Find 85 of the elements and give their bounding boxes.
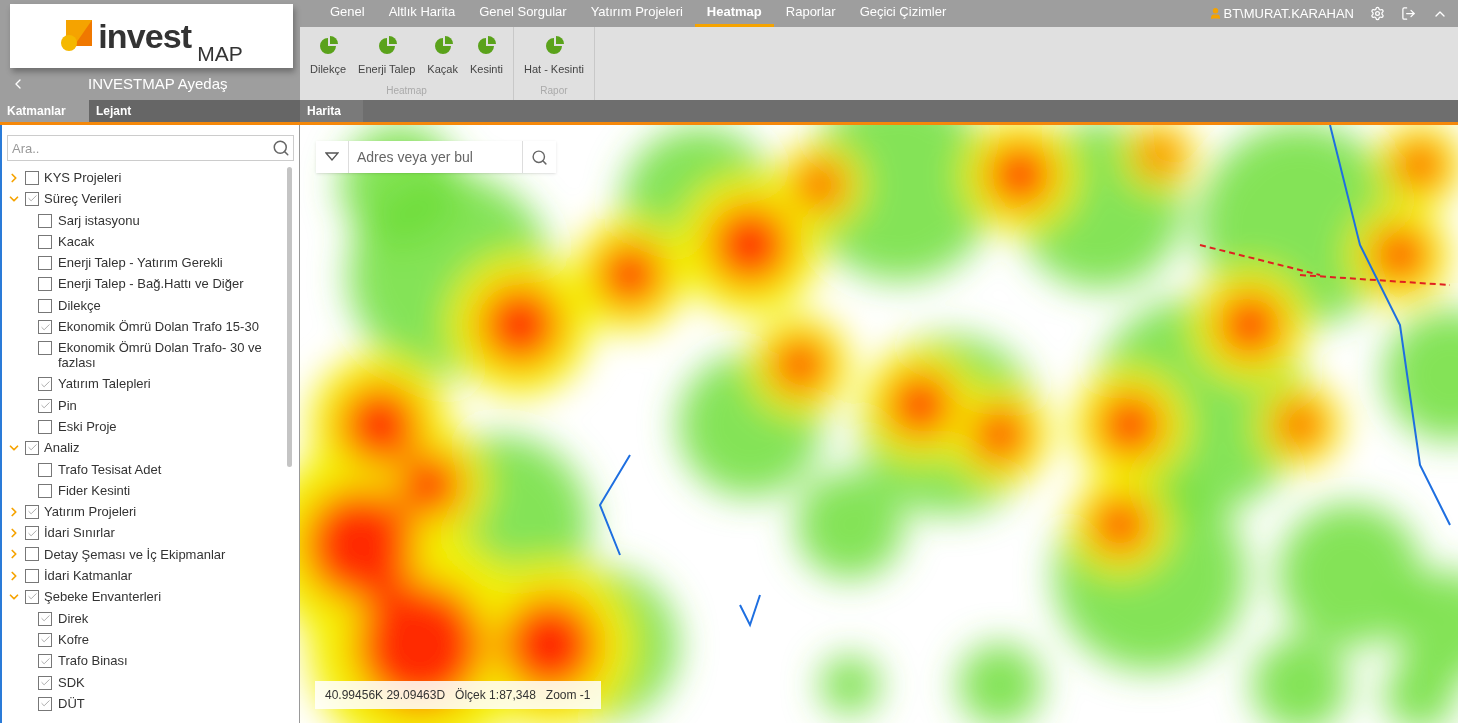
layer-label: Fider Kesinti xyxy=(58,482,132,498)
checkbox[interactable] xyxy=(38,462,52,477)
layer-label: Süreç Verileri xyxy=(44,190,122,209)
logout-icon[interactable] xyxy=(1401,6,1416,21)
layer-label: İdari Katmanlar xyxy=(44,566,133,585)
search-icon[interactable] xyxy=(531,148,548,166)
checkbox[interactable] xyxy=(25,568,39,583)
panel-tab[interactable]: Lejant xyxy=(89,100,300,122)
checkbox[interactable] xyxy=(38,419,52,434)
layer-label: İdari Sınırlar xyxy=(44,524,115,543)
logo-suffix: MAP xyxy=(197,43,243,64)
layer-label: Yatırım Talepleri xyxy=(58,376,152,392)
checkbox[interactable] xyxy=(25,590,39,604)
zoom-text: Zoom -1 xyxy=(545,687,591,704)
ribbon-button[interactable]: Enerji Talep xyxy=(354,35,420,78)
map-search-field[interactable]: Adres veya yer bul xyxy=(316,141,556,173)
layer-label: Pin xyxy=(58,397,78,413)
layer-label: KYS Projeleri xyxy=(44,168,122,187)
layer-label: Direk xyxy=(58,610,90,626)
checkbox[interactable] xyxy=(38,632,52,647)
checkbox[interactable] xyxy=(38,341,52,356)
scale-text: Ölçek 1:87,348 xyxy=(455,687,536,704)
checkbox[interactable] xyxy=(25,170,39,185)
logo-icon xyxy=(60,20,93,52)
search-icon[interactable] xyxy=(272,139,290,157)
layer-label: Enerji Talep - Yatırım Gerekli xyxy=(58,255,224,271)
checkbox[interactable] xyxy=(38,256,52,271)
checkbox[interactable] xyxy=(25,547,39,562)
ribbon-button[interactable]: Kesinti xyxy=(465,35,507,78)
logo-text: invest xyxy=(98,19,192,53)
checkbox[interactable] xyxy=(38,675,52,690)
checkbox[interactable] xyxy=(25,191,39,206)
user-name[interactable]: BT\MURAT.KARAHAN xyxy=(1223,3,1354,24)
ribbon-button[interactable]: Kaçak xyxy=(423,35,462,78)
layer-label: Ekonomik Ömrü Dolan Trafo- 30 ve fazlası xyxy=(58,340,263,371)
layer-label: Detay Şeması ve İç Ekipmanlar xyxy=(44,545,226,564)
layer-search-field[interactable]: Ara.. xyxy=(7,135,294,161)
checkbox[interactable] xyxy=(25,440,39,455)
app-title: INVESTMAP Ayedaş xyxy=(88,73,228,94)
panel-tab[interactable]: Katmanlar xyxy=(0,100,89,122)
scrollbar[interactable] xyxy=(287,167,292,467)
checkbox[interactable] xyxy=(38,234,52,249)
layer-label: Şebeke Envanterleri xyxy=(44,588,162,607)
ribbon-button[interactable]: Dilekçe xyxy=(306,35,351,78)
user-icon xyxy=(1208,7,1222,20)
layer-label: Eski Proje xyxy=(58,418,118,434)
checkbox[interactable] xyxy=(25,526,39,541)
coordinates-text: 40.99456K 29.09463D xyxy=(325,687,446,704)
checkbox[interactable] xyxy=(38,398,52,413)
pie-chart-icon xyxy=(317,35,340,57)
heat-spot xyxy=(820,655,880,715)
checkbox[interactable] xyxy=(38,277,52,292)
layer-label: Enerji Talep - Bağ.Hattı ve Diğer xyxy=(58,276,245,292)
nav-tab[interactable]: Genel Sorgular xyxy=(467,0,579,27)
checkbox[interactable] xyxy=(38,377,52,392)
layer-label: Kacak xyxy=(58,233,96,249)
layer-label: Kofre xyxy=(58,631,91,647)
pie-chart-icon xyxy=(475,35,498,57)
checkbox[interactable] xyxy=(38,611,52,626)
checkbox[interactable] xyxy=(38,320,52,335)
layer-label: SDK xyxy=(58,674,86,690)
settings-icon[interactable] xyxy=(1370,6,1385,21)
layer-label: Sarj istasyonu xyxy=(58,212,141,228)
layer-label: Analiz xyxy=(44,439,80,458)
checkbox[interactable] xyxy=(38,696,52,711)
checkbox[interactable] xyxy=(38,483,52,498)
layer-label: Trafo Binası xyxy=(58,653,129,669)
layer-label: Ekonomik Ömrü Dolan Trafo 15-30 xyxy=(58,319,260,335)
layer-label: Yatırım Projeleri xyxy=(44,503,137,522)
dropdown-icon[interactable] xyxy=(325,152,339,162)
nav-tab[interactable]: Raporlar xyxy=(773,0,848,27)
map-tab[interactable]: Harita xyxy=(300,100,363,122)
checkbox[interactable] xyxy=(38,298,52,313)
nav-tab[interactable]: Genel xyxy=(318,0,377,27)
nav-tab[interactable]: Yatırım Projeleri xyxy=(578,0,695,27)
layer-label: DÜT xyxy=(58,695,86,711)
checkbox[interactable] xyxy=(25,504,39,519)
nav-tab[interactable]: Altlık Harita xyxy=(376,0,468,27)
layer-label: Trafo Tesisat Adet xyxy=(58,461,163,477)
ribbon-button[interactable]: Hat - Kesinti xyxy=(519,35,588,78)
checkbox[interactable] xyxy=(38,213,52,228)
checkbox[interactable] xyxy=(38,654,52,669)
search-input[interactable]: Adres veya yer bul xyxy=(348,141,523,173)
layer-label: Dilekçe xyxy=(58,297,102,313)
nav-tab[interactable]: Geçici Çizimler xyxy=(847,0,959,27)
